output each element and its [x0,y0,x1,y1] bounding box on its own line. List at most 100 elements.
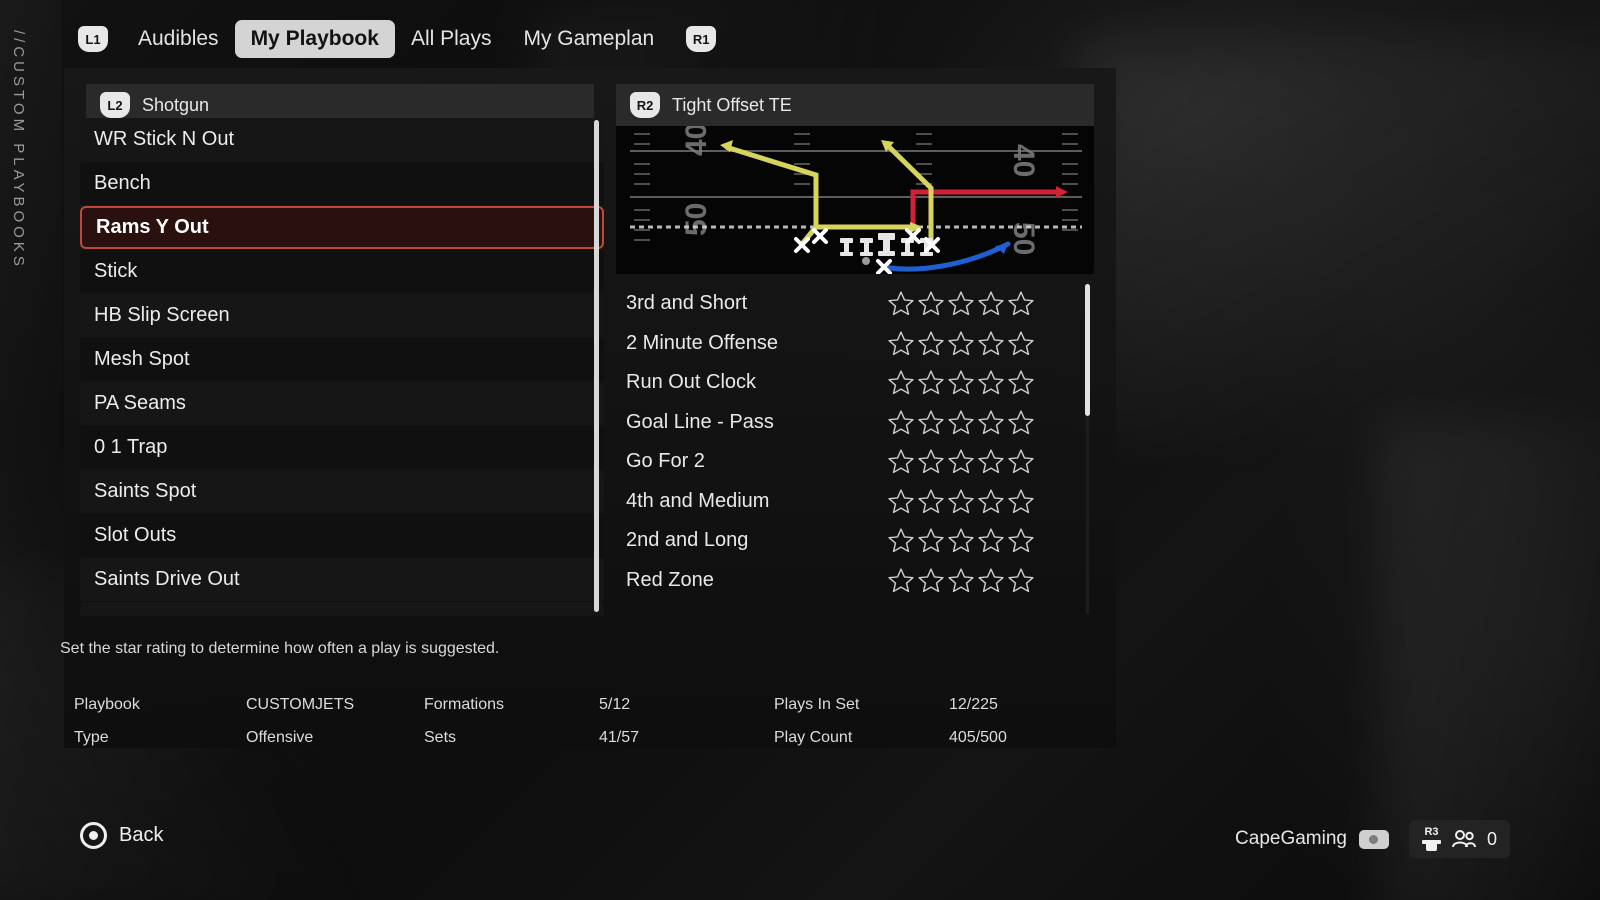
play-list-item[interactable]: Stick [80,250,604,293]
star-icon[interactable] [978,489,1004,514]
star-rating[interactable] [888,370,1034,395]
stat-label-type: Type [74,728,109,746]
back-button[interactable]: Back [80,822,163,849]
gamertag-label: CapeGaming [1235,828,1347,849]
situation-row[interactable]: 3rd and Short [616,284,1094,324]
rating-hint-text: Set the star rating to determine how oft… [60,640,500,657]
play-name: Saints Drive Out [94,568,240,590]
situation-row[interactable]: 2 Minute Offense [616,324,1094,364]
star-icon[interactable] [948,489,974,514]
play-diagram-svg: 40 50 40 50 [616,126,1094,274]
star-icon[interactable] [918,291,944,316]
star-icon[interactable] [978,410,1004,435]
star-icon[interactable] [948,568,974,593]
play-list-item[interactable]: WR Stick N Out [80,118,604,161]
star-icon[interactable] [948,331,974,356]
play-list-item[interactable]: Rams Y Out [80,206,604,249]
star-icon[interactable] [888,370,914,395]
star-icon[interactable] [888,410,914,435]
star-icon[interactable] [918,489,944,514]
play-set-name: Tight Offset TE [672,94,792,115]
stat-value-type: Offensive [246,728,314,746]
play-list-item[interactable]: Slot Outs [80,514,604,557]
situation-rating-list[interactable]: 3rd and Short 2 Minute Offense Run Out Clo… [616,284,1094,614]
star-icon[interactable] [1008,528,1034,553]
star-icon[interactable] [1008,370,1034,395]
stat-value-play-count: 405/500 [949,728,1007,746]
star-icon[interactable] [888,489,914,514]
star-icon[interactable] [978,370,1004,395]
situation-row[interactable]: Go For 2 [616,442,1094,482]
situation-row[interactable]: Red Zone [616,561,1094,601]
situation-row[interactable]: Goal Line - Pass [616,403,1094,443]
star-icon[interactable] [1008,291,1034,316]
friends-button[interactable]: R3 0 [1408,820,1510,858]
situation-label: Run Out Clock [626,371,757,394]
star-icon[interactable] [978,291,1004,316]
star-icon[interactable] [918,568,944,593]
star-icon[interactable] [978,449,1004,474]
tab-my-gameplan[interactable]: My Gameplan [507,20,670,58]
play-list-item-partial[interactable] [80,602,604,616]
star-rating[interactable] [888,331,1034,356]
star-icon[interactable] [1008,449,1034,474]
tab-my-playbook[interactable]: My Playbook [234,20,395,58]
situation-row[interactable]: 4th and Medium [616,482,1094,522]
star-rating[interactable] [888,291,1034,316]
play-panel-header[interactable]: R2 Tight Offset TE [616,84,1094,126]
star-rating[interactable] [888,449,1034,474]
play-list-item[interactable]: Saints Spot [80,470,604,513]
play-list-scrollbar[interactable] [594,120,599,612]
r1-bumper-icon[interactable]: R1 [686,26,717,52]
play-list-item[interactable]: 0 1 Trap [80,426,604,469]
star-icon[interactable] [1008,489,1034,514]
star-rating[interactable] [888,410,1034,435]
star-rating[interactable] [888,568,1034,593]
svg-text:40: 40 [1007,144,1040,177]
star-icon[interactable] [1008,568,1034,593]
play-list[interactable]: WR Stick N Out Bench Rams Y Out Stick HB Sli… [80,118,604,616]
star-icon[interactable] [888,528,914,553]
left-rail: //CUSTOM PLAYBOOKS [0,0,62,900]
l2-trigger-icon[interactable]: L2 [100,92,130,118]
play-list-item[interactable]: Mesh Spot [80,338,604,381]
play-list-item[interactable]: Saints Drive Out [80,558,604,601]
star-icon[interactable] [948,449,974,474]
stat-label-plays-in-set: Plays In Set [774,695,860,713]
situation-label: Red Zone [626,568,714,591]
star-icon[interactable] [948,410,974,435]
star-icon[interactable] [948,370,974,395]
star-icon[interactable] [978,528,1004,553]
play-list-item[interactable]: HB Slip Screen [80,294,604,337]
play-name: Slot Outs [94,524,177,546]
star-rating[interactable] [888,489,1034,514]
r2-trigger-icon[interactable]: R2 [630,92,660,118]
star-icon[interactable] [948,291,974,316]
star-icon[interactable] [1008,410,1034,435]
tab-audibles[interactable]: Audibles [122,20,235,58]
tab-all-plays[interactable]: All Plays [395,20,508,58]
play-list-item[interactable]: PA Seams [80,382,604,425]
back-button-label: Back [119,824,164,846]
l1-bumper-icon[interactable]: L1 [78,26,108,52]
star-icon[interactable] [888,568,914,593]
star-icon[interactable] [918,370,944,395]
star-icon[interactable] [918,410,944,435]
star-icon[interactable] [918,331,944,356]
play-list-item[interactable]: Bench [80,162,604,205]
star-icon[interactable] [948,528,974,553]
star-icon[interactable] [918,528,944,553]
star-icon[interactable] [888,331,914,356]
star-icon[interactable] [978,568,1004,593]
star-icon[interactable] [1008,331,1034,356]
play-name: Rams Y Out [96,216,209,238]
situation-row[interactable]: 2nd and Long [616,521,1094,561]
situation-row[interactable]: Run Out Clock [616,363,1094,403]
situation-scrollbar-thumb[interactable] [1085,284,1090,416]
star-icon[interactable] [918,449,944,474]
star-icon[interactable] [888,449,914,474]
star-icon[interactable] [888,291,914,316]
star-rating[interactable] [888,528,1034,553]
star-icon[interactable] [978,331,1004,356]
formation-name: Shotgun [142,94,210,115]
